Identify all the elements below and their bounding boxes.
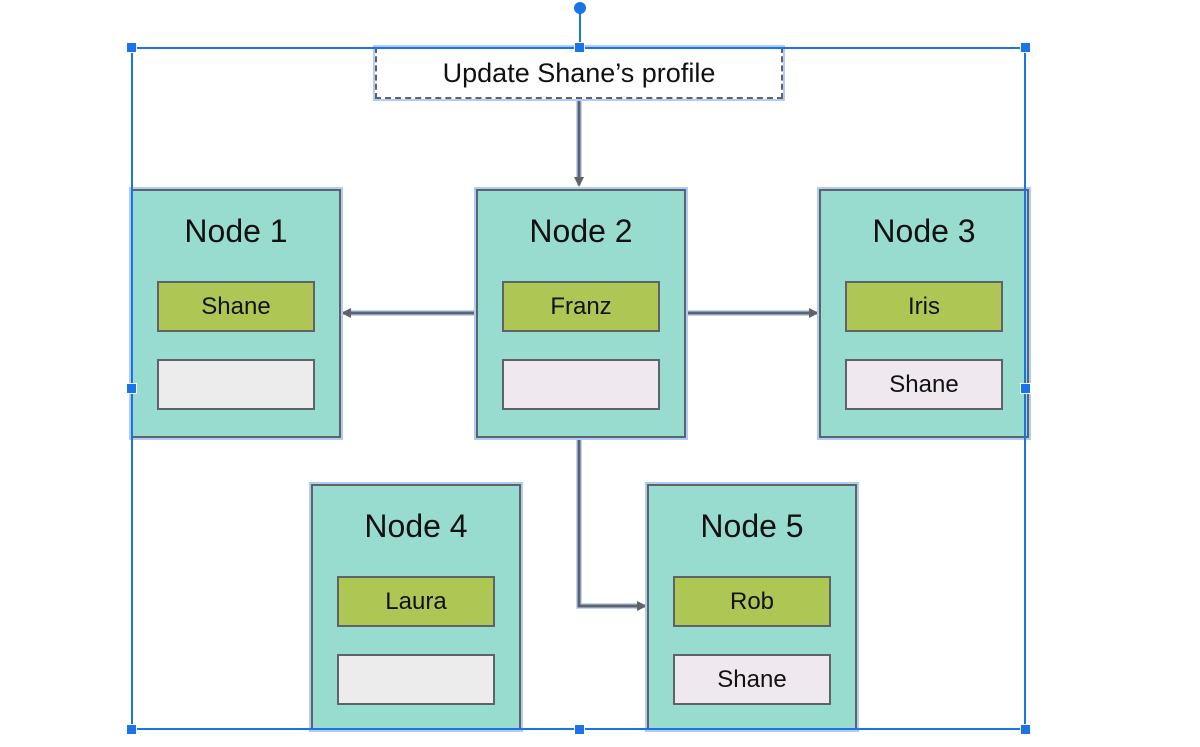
primary-slot[interactable]: Iris — [845, 281, 1003, 332]
replica-slot[interactable]: Shane — [673, 654, 831, 705]
primary-slot[interactable]: Rob — [673, 576, 831, 627]
node-title: Node 4 — [364, 508, 468, 544]
node-2[interactable]: Node 2 Franz — [476, 189, 686, 438]
primary-slot[interactable]: Shane — [157, 281, 315, 332]
replica-slot[interactable] — [157, 359, 315, 410]
node-title: Node 2 — [529, 213, 633, 249]
node-title: Node 5 — [700, 508, 804, 544]
resize-handle-left[interactable] — [126, 383, 137, 394]
resize-handle-top[interactable] — [574, 42, 585, 53]
node-4[interactable]: Node 4 Laura — [311, 484, 521, 730]
node-title: Node 1 — [184, 213, 288, 249]
resize-handle-bottom-right[interactable] — [1020, 724, 1031, 735]
primary-slot[interactable]: Laura — [337, 576, 495, 627]
node-5[interactable]: Node 5 Rob Shane — [647, 484, 857, 730]
resize-handle-right[interactable] — [1020, 383, 1031, 394]
primary-slot[interactable]: Franz — [502, 281, 660, 332]
resize-handle-top-right[interactable] — [1020, 42, 1031, 53]
diagram-canvas[interactable]: Update Shane’s profile Node 1 Shane Node… — [0, 0, 1200, 747]
resize-handle-bottom[interactable] — [574, 724, 585, 735]
diagram-title[interactable]: Update Shane’s profile — [375, 47, 783, 99]
node-3[interactable]: Node 3 Iris Shane — [819, 189, 1029, 438]
node-title: Node 3 — [872, 213, 976, 249]
resize-handle-bottom-left[interactable] — [126, 724, 137, 735]
edge-node2-to-node5 — [577, 438, 647, 611]
replica-slot[interactable] — [337, 654, 495, 705]
resize-handle-top-left[interactable] — [126, 42, 137, 53]
replica-slot[interactable] — [502, 359, 660, 410]
node-1[interactable]: Node 1 Shane — [131, 189, 341, 438]
rotate-handle[interactable] — [574, 2, 586, 14]
replica-slot[interactable]: Shane — [845, 359, 1003, 410]
